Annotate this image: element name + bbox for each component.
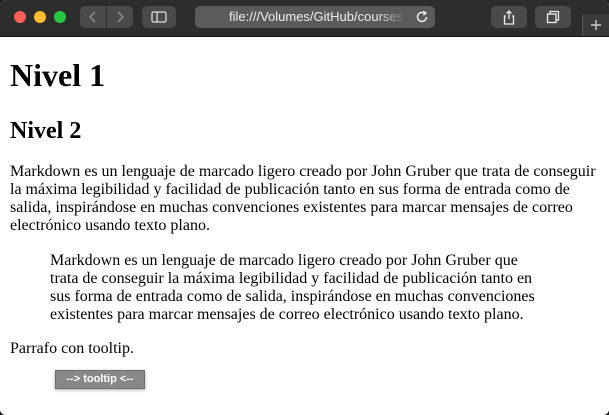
back-button[interactable] — [80, 6, 106, 28]
heading-level-2: Nivel 2 — [10, 118, 82, 144]
markdown-paragraph: Markdown es un lenguaje de marcado liger… — [10, 163, 596, 234]
tooltip-popup: --> tooltip <-- — [55, 370, 145, 389]
reload-icon[interactable] — [415, 10, 429, 24]
forward-button[interactable] — [107, 6, 133, 28]
chevron-left-icon — [88, 11, 96, 23]
new-tab-button[interactable] — [582, 14, 609, 36]
share-button[interactable] — [491, 6, 527, 28]
title-bar: file:///Volumes/GitHub/courses — [0, 0, 609, 37]
sidebar-toggle-button[interactable] — [142, 6, 176, 28]
sidebar-icon — [151, 11, 167, 23]
show-tabs-button[interactable] — [535, 6, 571, 28]
chevron-right-icon — [117, 11, 125, 23]
page-content: Nivel 1 Nivel 2 Markdown es un lenguaje … — [0, 37, 609, 415]
tooltip-paragraph[interactable]: Parrafo con tooltip. — [10, 340, 134, 358]
address-bar[interactable]: file:///Volumes/GitHub/courses — [195, 6, 435, 28]
plus-icon — [591, 20, 601, 30]
zoom-window-button[interactable] — [54, 11, 66, 23]
share-icon — [503, 9, 515, 25]
minimize-window-button[interactable] — [34, 11, 46, 23]
browser-window: file:///Volumes/GitHub/courses Nivel 1 N… — [0, 0, 609, 415]
address-fade — [377, 6, 407, 28]
tabs-icon — [546, 10, 560, 24]
heading-level-1: Nivel 1 — [10, 57, 106, 93]
close-window-button[interactable] — [14, 11, 26, 23]
markdown-blockquote: Markdown es un lenguaje de marcado liger… — [50, 252, 535, 323]
